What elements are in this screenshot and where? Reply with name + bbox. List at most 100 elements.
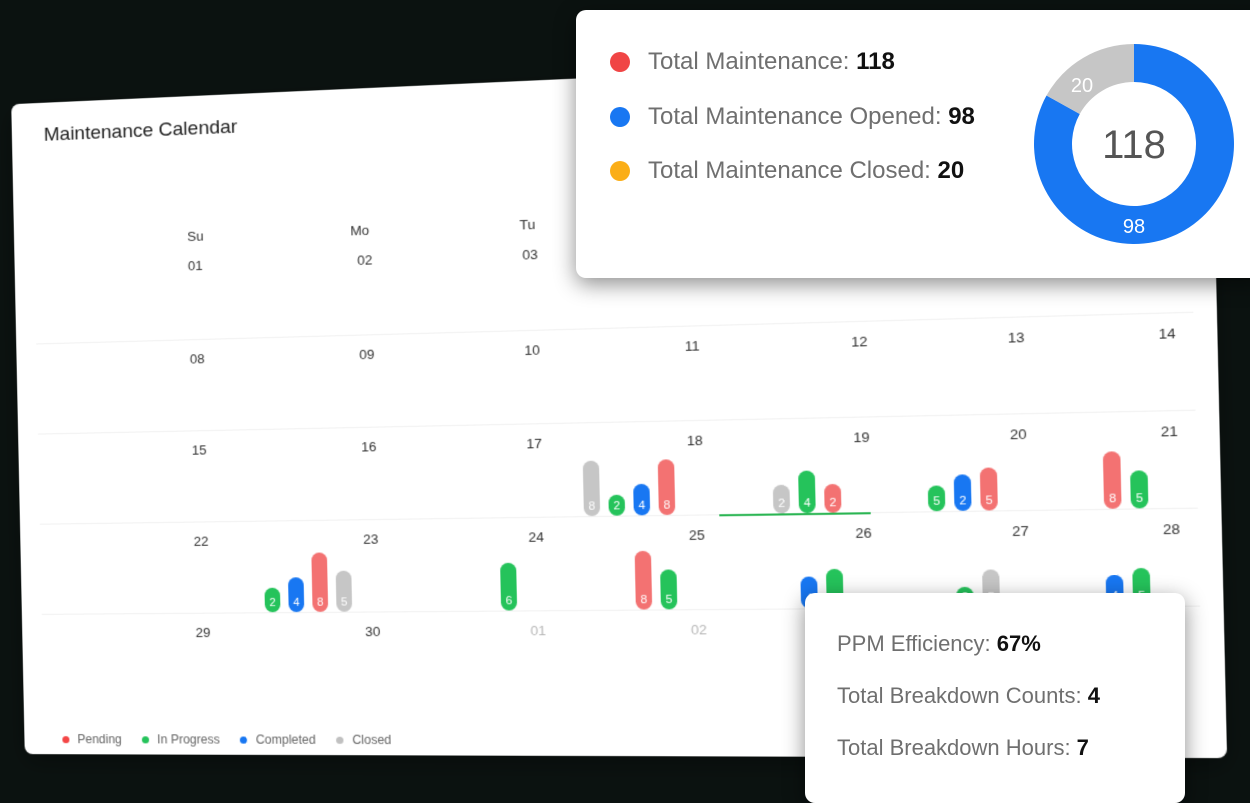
- ppm-value: 7: [1076, 735, 1089, 760]
- donut-label-closed: 20: [1071, 75, 1093, 97]
- status-bar-count: 5: [665, 593, 673, 607]
- ppm-label: Total Breakdown Counts:: [837, 683, 1088, 708]
- day-number[interactable]: 10: [524, 342, 540, 358]
- day-number[interactable]: 14: [1158, 325, 1175, 342]
- day-number[interactable]: 13: [1008, 329, 1025, 346]
- total-opened-row: Total Maintenance Opened: 98: [610, 103, 975, 131]
- status-bar-count: 5: [340, 596, 348, 609]
- status-bar-count: 2: [613, 499, 621, 513]
- status-bar-progress[interactable]: 4: [798, 470, 816, 514]
- day-number[interactable]: 26: [855, 525, 872, 541]
- status-bar-count: 6: [505, 594, 513, 608]
- status-bar-progress[interactable]: 2: [264, 587, 281, 613]
- status-bar-count: 5: [933, 495, 941, 509]
- status-bar-pending[interactable]: 5: [979, 467, 998, 511]
- status-bar-count: 2: [959, 494, 967, 508]
- status-bar-count: 4: [638, 499, 646, 513]
- legend-label: Closed: [352, 732, 392, 748]
- status-bar-completed[interactable]: 4: [633, 483, 651, 516]
- total-closed-row: Total Maintenance Closed: 20: [610, 157, 964, 185]
- stat-label: Total Maintenance Opened:: [648, 103, 949, 130]
- day-number[interactable]: 15: [192, 442, 207, 457]
- ppm-label: PPM Efficiency:: [837, 631, 997, 656]
- status-bar-progress[interactable]: 5: [927, 485, 946, 512]
- status-bar-closed[interactable]: 5: [335, 570, 353, 612]
- stat-value: 118: [856, 48, 895, 75]
- day-number[interactable]: 18: [687, 432, 703, 448]
- day-number[interactable]: 25: [689, 527, 705, 543]
- day-number[interactable]: 02: [357, 252, 372, 268]
- day-number[interactable]: 21: [1161, 423, 1178, 440]
- status-bar-count: 4: [803, 497, 811, 510]
- day-number[interactable]: 17: [526, 436, 542, 452]
- yellow-status-dot: [610, 161, 630, 181]
- ppm-value: 4: [1087, 683, 1100, 708]
- stat-label: Total Maintenance Closed:: [648, 157, 938, 184]
- day-number[interactable]: 30: [365, 624, 380, 639]
- day-number[interactable]: 20: [1010, 426, 1027, 442]
- status-bar-closed[interactable]: 8: [582, 460, 601, 517]
- day-number[interactable]: 23: [363, 531, 378, 547]
- status-bar-closed[interactable]: 2: [772, 484, 791, 514]
- status-bar-pending[interactable]: 8: [634, 550, 653, 610]
- day-number[interactable]: 11: [685, 338, 700, 354]
- breakdown-hours-row: Total Breakdown Hours: 7: [837, 735, 1089, 761]
- breakdown-counts-row: Total Breakdown Counts: 4: [837, 683, 1100, 709]
- stat-label: Total Maintenance:: [648, 48, 857, 75]
- day-number[interactable]: 16: [361, 439, 376, 455]
- status-bar-completed[interactable]: 4: [288, 577, 305, 613]
- legend-dot: [336, 736, 344, 744]
- maintenance-summary-card: Total Maintenance: 118 Total Maintenance…: [576, 10, 1250, 278]
- day-number[interactable]: 28: [1163, 521, 1180, 538]
- status-bar-progress[interactable]: 2: [608, 494, 626, 516]
- weekday-label: Su: [187, 228, 204, 245]
- status-bar-count: 2: [778, 497, 786, 511]
- status-bar-pending[interactable]: 8: [1102, 451, 1122, 509]
- calendar-title: Maintenance Calendar: [43, 116, 238, 146]
- legend-dot: [240, 736, 248, 744]
- day-number[interactable]: 03: [522, 247, 538, 263]
- legend-label: Pending: [77, 732, 122, 747]
- status-bar-progress[interactable]: 5: [1130, 470, 1149, 509]
- day-number[interactable]: 01: [530, 623, 546, 639]
- blue-status-dot: [610, 107, 630, 127]
- day-number[interactable]: 29: [195, 625, 210, 640]
- day-number[interactable]: 27: [1012, 523, 1029, 539]
- day-number[interactable]: 01: [188, 258, 203, 274]
- status-bar-progress[interactable]: 6: [500, 562, 518, 611]
- day-number[interactable]: 09: [359, 347, 374, 363]
- ppm-stats-card: PPM Efficiency: 67% Total Breakdown Coun…: [805, 593, 1185, 803]
- legend-item-in-progress: In Progress: [141, 732, 220, 747]
- donut-label-opened: 98: [1123, 216, 1145, 238]
- legend-label: In Progress: [157, 732, 220, 747]
- status-bar-count: 4: [293, 596, 300, 610]
- status-bar-count: 5: [985, 494, 993, 508]
- ppm-efficiency-row: PPM Efficiency: 67%: [837, 631, 1041, 657]
- status-bar-pending[interactable]: 8: [657, 459, 676, 516]
- status-bar-count: 2: [269, 596, 276, 610]
- legend-item-completed: Completed: [240, 732, 316, 747]
- status-bar-pending[interactable]: 8: [311, 552, 329, 612]
- maintenance-donut-chart: 118 98 20: [1034, 44, 1234, 244]
- legend-label: Completed: [255, 732, 316, 747]
- donut-center-total: 118: [1102, 123, 1166, 167]
- status-bar-progress[interactable]: 5: [660, 569, 678, 610]
- status-bar-pending[interactable]: 2: [824, 483, 842, 513]
- weekday-label: Mo: [350, 222, 370, 239]
- day-number[interactable]: 02: [691, 622, 707, 638]
- day-number[interactable]: 12: [851, 333, 868, 349]
- status-bar-count: 8: [588, 500, 596, 513]
- day-number[interactable]: 19: [853, 429, 870, 445]
- day-number[interactable]: 24: [528, 529, 544, 545]
- day-number[interactable]: 08: [190, 351, 205, 367]
- calendar-legend: Pending In Progress Completed Closed: [62, 732, 392, 748]
- legend-dot: [141, 735, 150, 743]
- status-bar-count: 8: [1108, 492, 1117, 506]
- status-bar-completed[interactable]: 2: [953, 474, 972, 511]
- weekday-label: Tu: [519, 216, 536, 233]
- total-maintenance-row: Total Maintenance: 118: [610, 48, 895, 76]
- legend-item-pending: Pending: [62, 732, 122, 746]
- day-number[interactable]: 22: [194, 534, 209, 549]
- stat-value: 98: [948, 103, 975, 130]
- ppm-value: 67%: [996, 631, 1041, 656]
